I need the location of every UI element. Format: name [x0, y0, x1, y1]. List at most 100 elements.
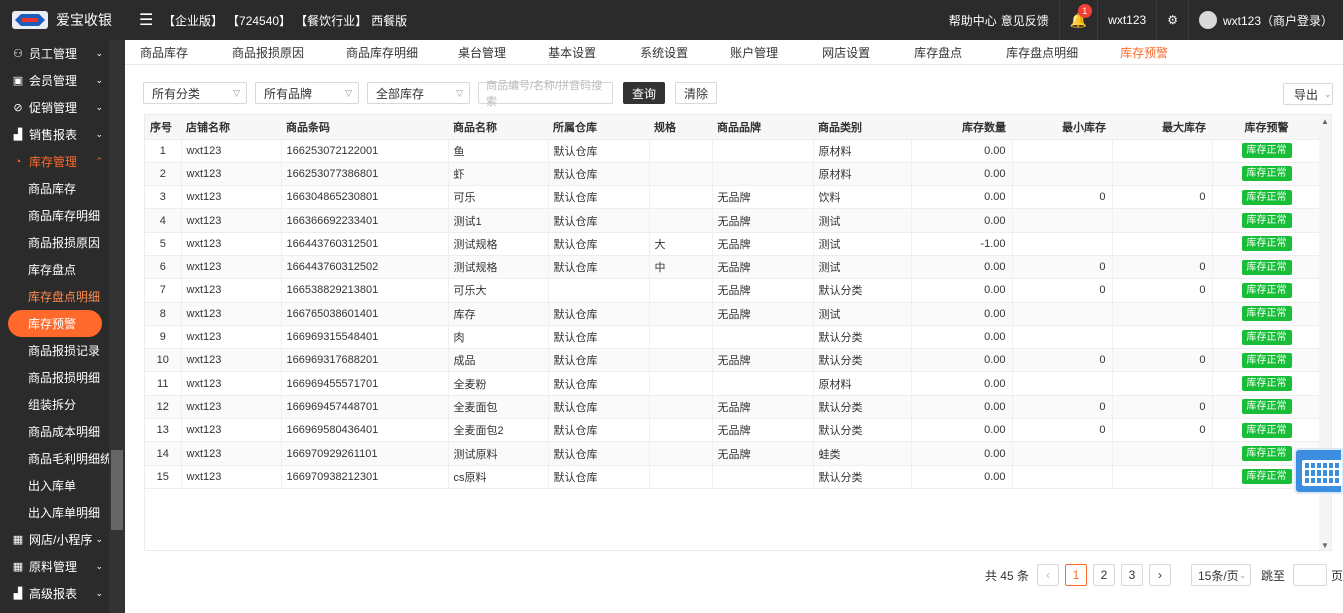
tab-item[interactable]: 商品库存明细: [346, 44, 418, 61]
tab-item[interactable]: 账户管理: [730, 44, 778, 61]
table-row[interactable]: 2 wxt123 166253077386801 虾默认仓库 原材料 0.00 库存正常: [145, 162, 1322, 187]
table-row[interactable]: 15 wxt123 166970938212301 cs原料 默认仓库 默认分类 0.00 库…: [145, 465, 1322, 489]
sidebar-item-sales-report[interactable]: ▟ 销售报表 ⌄: [0, 121, 109, 148]
page-button[interactable]: 3: [1120, 564, 1143, 586]
jump-page-input[interactable]: [1292, 564, 1327, 586]
table-cell: 无品牌: [712, 185, 814, 210]
app-logo[interactable]: 爱宝收银: [0, 0, 125, 40]
table-row[interactable]: 9 wxt123 166969315548401 肉默认仓库 默认分类 0.00 库存正常: [145, 325, 1322, 350]
tab-item[interactable]: 商品报损原因: [232, 44, 304, 61]
query-button[interactable]: 查询: [623, 82, 665, 104]
sidebar-scrollbar[interactable]: [109, 40, 125, 613]
table-row[interactable]: 14 wxt123 166970929261101 测试原料 默认仓库 无品牌 蛙类 0.00…: [145, 441, 1322, 466]
table-cell: 库存正常: [1212, 348, 1322, 373]
chevron-up-icon: ⌃: [95, 156, 103, 166]
tab-item[interactable]: 桌台管理: [458, 44, 506, 61]
account-name[interactable]: wxt123: [1097, 0, 1156, 40]
table-row[interactable]: 11 wxt123 166969455571701 全麦粉 默认仓库 原材料 0.00 库存正…: [145, 371, 1322, 396]
table-cell: wxt123: [181, 395, 282, 420]
sidebar-item-advanced-report[interactable]: ▟ 高级报表 ⌄: [0, 580, 109, 607]
column-header[interactable]: 规格: [649, 115, 712, 140]
table-row[interactable]: 6 wxt123 166443760312502 测试规格 默认仓库中无品牌 测试 0.00…: [145, 255, 1322, 280]
stock-select[interactable]: 全部库存 ▽: [367, 82, 470, 104]
sidebar-sub-item[interactable]: 商品报损记录: [0, 337, 109, 364]
brand-select[interactable]: 所有品牌 ▽: [255, 82, 359, 104]
next-page-button[interactable]: ›: [1148, 564, 1171, 586]
table-row[interactable]: 12 wxt123 166969457448701 全麦面包 默认仓库 无品牌 默认分类 0.…: [145, 395, 1322, 420]
sidebar-sub-item[interactable]: 出入库单: [0, 472, 109, 499]
page-button-active[interactable]: 1: [1064, 564, 1087, 586]
column-header[interactable]: 库存预警: [1212, 115, 1321, 140]
status-badge: 库存正常: [1241, 469, 1292, 485]
tab-item[interactable]: 网店设置: [822, 44, 870, 61]
settings-button[interactable]: ⚙: [1156, 0, 1188, 40]
column-header[interactable]: 店铺名称: [181, 115, 281, 140]
column-header[interactable]: 商品名称: [448, 115, 548, 140]
sidebar-item-inventory[interactable]: ◔ 库存管理 ⌃: [0, 148, 109, 175]
column-header[interactable]: 商品类别: [813, 115, 911, 140]
table-row[interactable]: 4 wxt123 166366692233401 测试1 默认仓库 无品牌 测试 0.00 库存…: [145, 208, 1322, 233]
user-menu[interactable]: wxt123（商户登录）: [1187, 0, 1343, 40]
scrollbar-thumb[interactable]: [111, 450, 123, 530]
sidebar-item-member[interactable]: ▣ 会员管理 ⌄: [0, 67, 109, 94]
sidebar-item-material[interactable]: ▦ 原料管理 ⌄: [0, 553, 109, 580]
sidebar-item-webstore[interactable]: ▦ 网店/小程序 ⌄: [0, 526, 109, 553]
column-header[interactable]: 库存数量: [911, 115, 1012, 140]
sidebar-item-settle[interactable]: ▦结算⌄: [0, 607, 109, 613]
sidebar-sub-item-active[interactable]: 库存预警: [8, 310, 102, 337]
table-cell: 测试规格: [448, 255, 549, 280]
export-button[interactable]: 导出 ⌄: [1283, 83, 1333, 105]
table-row[interactable]: 8 wxt123 166765038601401 库存 默认仓库 无品牌 测试 0.00 库存正…: [145, 302, 1322, 326]
sidebar-sub-item[interactable]: 商品库存明细: [0, 202, 109, 229]
sidebar-sub-item[interactable]: 商品毛利明细统计: [0, 445, 109, 472]
table-row[interactable]: 13 wxt123 166969580436401 全麦面包2 默认仓库 无品牌 默认分类 0…: [145, 418, 1322, 443]
column-header[interactable]: 序号: [145, 115, 181, 140]
tab-item[interactable]: 商品库存: [140, 44, 188, 61]
sidebar-item-promo[interactable]: ⊘ 促销管理 ⌄: [0, 94, 109, 121]
sidebar-sub-item[interactable]: 库存盘点: [0, 256, 109, 283]
column-header[interactable]: 所属仓库: [548, 115, 649, 140]
sidebar-sub-item[interactable]: 商品成本明细: [0, 418, 109, 445]
table-cell: 0.00: [911, 418, 1013, 443]
table-cell: [649, 348, 713, 373]
clear-button[interactable]: 清除: [675, 82, 717, 104]
tab-item[interactable]: 库存盘点: [914, 44, 962, 61]
sidebar-sub-item[interactable]: 商品报损明细: [0, 364, 109, 391]
page-size-select[interactable]: 15条/页 ⌄: [1190, 564, 1251, 586]
table-row[interactable]: 1 wxt123 166253072122001 鱼默认仓库 原材料 0.00 库存正常: [145, 139, 1322, 163]
column-header[interactable]: 商品条码: [281, 115, 448, 140]
table-cell: [1012, 441, 1113, 466]
sidebar-sub-item[interactable]: 组装拆分: [0, 391, 109, 418]
menu-toggle-icon[interactable]: ☰: [139, 10, 153, 30]
notification-button[interactable]: 🔔 1: [1058, 0, 1097, 40]
feedback-link[interactable]: 意见反馈: [1001, 0, 1059, 40]
table-header-row: 序号 店铺名称 商品条码 商品名称 所属仓库 规格 商品品牌 商品类别 库存数量…: [145, 115, 1321, 140]
sidebar-sub-item[interactable]: 商品库存: [0, 175, 109, 202]
help-center-link[interactable]: 帮助中心: [939, 0, 1001, 40]
table-row[interactable]: 7 wxt123 166538829213801 可乐大 无品牌 默认分类 0.00 0 0 库存…: [145, 278, 1322, 303]
sidebar-sub-item[interactable]: 库存盘点明细: [0, 283, 109, 310]
table-row[interactable]: 5 wxt123 166443760312501 测试规格 默认仓库大无品牌 测试 -1.0…: [145, 232, 1322, 256]
category-select[interactable]: 所有分类 ▽: [143, 82, 247, 104]
sidebar-sub-item[interactable]: 商品报损原因: [0, 229, 109, 256]
keyboard-icon[interactable]: [1294, 448, 1343, 494]
tab-item[interactable]: 库存盘点明细: [1006, 44, 1078, 61]
sidebar-sub-item[interactable]: 出入库单明细: [0, 499, 109, 526]
column-header[interactable]: 最大库存: [1112, 115, 1212, 140]
column-header[interactable]: 商品品牌: [712, 115, 813, 140]
table-cell: [1012, 139, 1113, 163]
scroll-up-icon[interactable]: ▲: [1321, 117, 1329, 126]
search-input[interactable]: 商品编号/名称/拼音码搜索: [478, 80, 613, 108]
tab-item[interactable]: 系统设置: [640, 44, 688, 61]
column-header[interactable]: 最小库存: [1012, 115, 1112, 140]
prev-page-button[interactable]: ‹: [1036, 564, 1059, 586]
table-cell: [649, 395, 713, 420]
table-row[interactable]: 3 wxt123 166304865230801 可乐 默认仓库 无品牌 饮料 0.00 0 0 库…: [145, 185, 1322, 210]
tab-item[interactable]: 基本设置: [548, 44, 596, 61]
table-cell: 无品牌: [712, 232, 814, 256]
page-button[interactable]: 2: [1092, 564, 1115, 586]
table-row[interactable]: 10 wxt123 166969317688201 成品 默认仓库 无品牌 默认分类 0.00…: [145, 348, 1322, 373]
tab-item-active[interactable]: 库存预警: [1120, 44, 1168, 61]
sidebar-item-staff[interactable]: ⚇ 员工管理 ⌄: [0, 40, 109, 67]
scroll-down-icon[interactable]: ▼: [1321, 541, 1329, 550]
